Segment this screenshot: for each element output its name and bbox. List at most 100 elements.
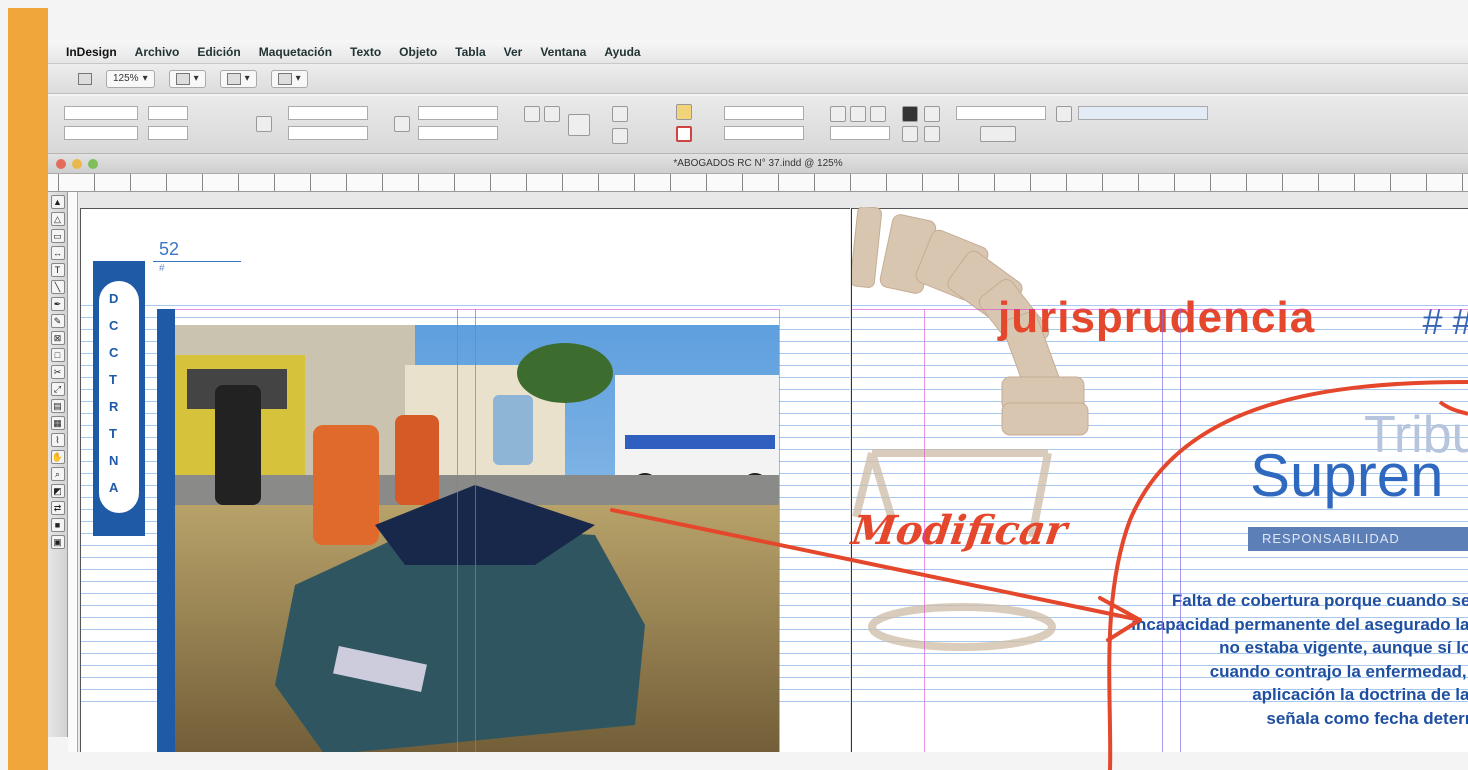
photo-side-bar [157, 309, 175, 752]
screen-mode-button[interactable]: ▾ [219, 69, 257, 88]
stroke-weight-field[interactable] [724, 106, 804, 120]
horizontal-ruler[interactable] [48, 174, 1468, 192]
margin-guide[interactable] [852, 309, 1468, 310]
zoom-select[interactable]: 125% ▾ [106, 69, 155, 88]
fill-stroke-icon[interactable]: ◩ [50, 484, 65, 498]
menu-maquetacion[interactable]: Maquetación [259, 45, 332, 59]
court-title-line2[interactable]: Supren [1250, 441, 1443, 510]
shear-field[interactable] [418, 126, 498, 140]
rotate-cw-icon[interactable] [524, 106, 540, 122]
flip-horizontal-icon[interactable] [544, 106, 560, 122]
select-container-icon[interactable] [612, 106, 628, 122]
minimize-button[interactable] [72, 159, 82, 169]
object-style-icon[interactable] [1056, 106, 1072, 122]
opacity-field[interactable] [830, 126, 890, 140]
menu-objeto[interactable]: Objeto [399, 45, 437, 59]
gap-tool-icon[interactable]: ↔ [50, 246, 65, 260]
width-field[interactable] [148, 106, 188, 120]
menu-app-name[interactable]: InDesign [66, 45, 117, 59]
margin-guide[interactable] [779, 309, 780, 752]
right-page[interactable]: jurisprudencia # # Tribuna Supren RESPON… [848, 207, 1468, 752]
constrain-proportions-icon[interactable] [256, 116, 272, 132]
view-options-icon [175, 72, 190, 85]
vertical-ruler[interactable] [68, 192, 78, 752]
ruler-tick [1390, 174, 1391, 191]
arrange-icon [277, 72, 292, 85]
rectangle-tool-icon[interactable]: □ [50, 348, 65, 362]
stroke-swatch[interactable] [676, 126, 692, 142]
direct-selection-tool-icon[interactable]: △ [50, 212, 65, 226]
free-transform-tool-icon[interactable]: ⤢ [50, 382, 65, 396]
zoom-tool-icon[interactable]: ⌕ [50, 467, 65, 481]
menu-edicion[interactable]: Edición [197, 45, 240, 59]
fill-frame-icon[interactable] [924, 126, 940, 142]
scale-y-field[interactable] [288, 126, 368, 140]
hand-tool-icon[interactable]: ✋ [50, 450, 65, 464]
pencil-tool-icon[interactable]: ✎ [50, 314, 65, 328]
body-text-frame[interactable]: Falta de cobertura porque cuando se de i… [935, 589, 1468, 730]
apply-color-icon[interactable]: ■ [50, 518, 65, 532]
document-canvas[interactable]: 52 # D C C T R T N A jurisprudencia # # … [78, 192, 1468, 752]
page-tool-icon[interactable]: ▭ [50, 229, 65, 243]
margin-guide[interactable] [924, 309, 925, 752]
eyedropper-tool-icon[interactable]: ⌇ [50, 433, 65, 447]
menu-tabla[interactable]: Tabla [455, 45, 485, 59]
menu-ventana[interactable]: Ventana [540, 45, 586, 59]
height-field[interactable] [148, 126, 188, 140]
x-position-field[interactable] [64, 106, 138, 120]
category-banner[interactable]: RESPONSABILIDAD [1248, 527, 1468, 551]
note-tool-icon[interactable]: ▦ [50, 416, 65, 430]
arrange-documents-button[interactable]: ▾ [270, 69, 308, 88]
gap-field[interactable] [956, 106, 1046, 120]
handwritten-annotation: Modificar [848, 507, 1070, 554]
view-mode-icon[interactable]: ▣ [50, 535, 65, 549]
column-guide[interactable] [475, 309, 476, 752]
section-tab-letter: T [109, 426, 117, 441]
columns-field[interactable] [980, 126, 1016, 142]
menu-ver[interactable]: Ver [504, 45, 523, 59]
chevron-down-icon: ▾ [142, 73, 148, 84]
document-tab[interactable]: *ABOGADOS RC N° 37.indd @ 125% [48, 154, 1468, 174]
rotation-field[interactable] [418, 106, 498, 120]
wrap-icon[interactable] [830, 106, 846, 122]
fit-frame-icon[interactable] [924, 106, 940, 122]
gradient-tool-icon[interactable]: ▤ [50, 399, 65, 413]
fill-swatch[interactable] [676, 104, 692, 120]
effects-icon[interactable] [870, 106, 886, 122]
scissors-tool-icon[interactable]: ✂ [50, 365, 65, 379]
rectangle-frame-tool-icon[interactable]: ⊠ [50, 331, 65, 345]
close-button[interactable] [56, 159, 66, 169]
left-page[interactable]: 52 # D C C T R T N A [80, 208, 850, 752]
pen-tool-icon[interactable]: ✒ [50, 297, 65, 311]
line-tool-icon[interactable]: ╲ [50, 280, 65, 294]
menu-texto[interactable]: Texto [350, 45, 381, 59]
column-guide[interactable] [1162, 309, 1163, 752]
text-frame-icon[interactable] [568, 114, 590, 136]
indesign-window: InDesign Archivo Edición Maquetación Tex… [0, 0, 1468, 770]
selection-tool-icon[interactable]: ▲ [50, 195, 65, 209]
column-guide[interactable] [1180, 309, 1181, 752]
ruler-tick [850, 174, 851, 191]
stroke-type-select[interactable] [724, 126, 804, 140]
ruler-tick [58, 174, 59, 191]
shadow-icon[interactable] [850, 106, 866, 122]
swap-colors-icon[interactable]: ⇄ [50, 501, 65, 515]
object-style-select[interactable] [1078, 106, 1208, 120]
select-content-icon[interactable] [612, 128, 628, 144]
menu-ayuda[interactable]: Ayuda [604, 45, 640, 59]
reference-point-icon[interactable] [394, 116, 410, 132]
bridge-icon[interactable] [78, 72, 92, 85]
scale-x-field[interactable] [288, 106, 368, 120]
view-options-button[interactable]: ▾ [168, 69, 206, 88]
margin-guide[interactable] [175, 309, 779, 310]
menu-archivo[interactable]: Archivo [135, 45, 180, 59]
ruler-tick [1210, 174, 1211, 191]
accident-photo[interactable] [175, 325, 779, 752]
center-content-icon[interactable] [902, 126, 918, 142]
column-guide[interactable] [457, 309, 458, 752]
y-position-field[interactable] [64, 126, 138, 140]
section-heading[interactable]: jurisprudencia [998, 293, 1315, 343]
fit-content-icon[interactable] [902, 106, 918, 122]
type-tool-icon[interactable]: T [50, 263, 65, 277]
zoom-button[interactable] [88, 159, 98, 169]
